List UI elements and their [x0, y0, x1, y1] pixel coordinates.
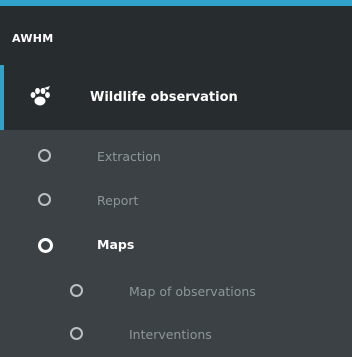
menu-item-maps[interactable]: Maps — [0, 224, 352, 268]
section-active-indicator — [0, 65, 4, 130]
submenu-item-label: Map of observations — [129, 284, 256, 299]
circle-icon — [38, 238, 53, 253]
app-header: AWHM — [0, 6, 352, 65]
menu-item-extraction[interactable]: Extraction — [0, 135, 352, 179]
section-label: Wildlife observation — [90, 90, 238, 105]
paw-icon — [30, 86, 50, 106]
circle-icon — [38, 149, 51, 162]
menu-item-label: Maps — [97, 237, 135, 252]
circle-icon — [70, 327, 83, 340]
submenu-item-label: Interventions — [129, 327, 212, 342]
menu-item-label: Report — [97, 193, 139, 208]
submenu-item-interventions[interactable]: Interventions — [0, 313, 352, 357]
menu-item-label: Extraction — [97, 149, 161, 164]
sidebar-root: AWHM Wildlife observation Extraction Rep… — [0, 0, 352, 357]
circle-icon — [38, 193, 51, 206]
circle-icon — [70, 284, 83, 297]
section-wildlife-observation[interactable]: Wildlife observation — [0, 65, 352, 130]
menu-item-report[interactable]: Report — [0, 179, 352, 223]
app-title: AWHM — [12, 32, 54, 45]
submenu-item-map-of-observations[interactable]: Map of observations — [0, 270, 352, 314]
